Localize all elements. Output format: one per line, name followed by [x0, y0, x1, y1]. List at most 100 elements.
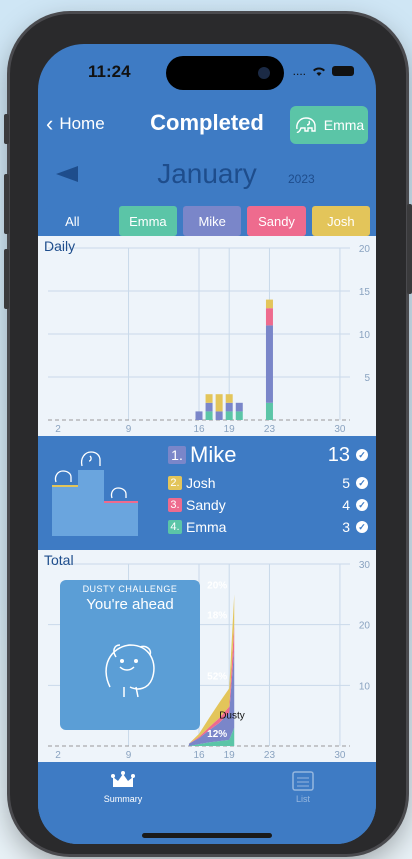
x-tick-label: 9: [126, 424, 132, 435]
check-icon: ✓: [356, 521, 368, 533]
navigation-bar: ‹ Home Completed Emma: [38, 104, 376, 150]
tab-list[interactable]: List: [258, 770, 348, 804]
battery-icon: [332, 66, 354, 76]
rank-count: 13: [327, 443, 350, 466]
check-icon: ✓: [356, 477, 368, 489]
rank-row: 3. Sandy 4 ✓: [168, 494, 368, 516]
rank-badge: 1.: [168, 446, 186, 464]
dusty-mascot-icon: [105, 644, 155, 698]
app-screen: 11:24 .... ‹ Home Completed Emma January…: [38, 44, 376, 844]
rank-badge: 4.: [168, 520, 182, 534]
daily-bar-segment: [265, 299, 273, 309]
daily-chart: Daily 20 15 10 5 2 9 16 19 23 30: [38, 236, 376, 436]
daily-bar-segment: [215, 394, 223, 412]
x-tick-label: 16: [193, 424, 205, 435]
percent-label: 18%: [207, 611, 227, 622]
signal-icon: ....: [292, 64, 306, 78]
daily-bar-segment: [265, 325, 273, 403]
y-tick-label: 15: [359, 287, 371, 298]
daily-bar-segment: [195, 411, 203, 420]
y-tick-label: 5: [364, 373, 370, 384]
status-bar: 11:24 ....: [38, 44, 376, 104]
tab-bar: Summary List: [38, 762, 376, 844]
x-tick-label: 9: [126, 750, 132, 761]
daily-bar-segment: [265, 402, 273, 420]
podium-graphic: [52, 451, 138, 536]
filter-label: Mike: [198, 213, 226, 229]
daily-bar-segment: [265, 308, 273, 326]
daily-chart-svg: 20 15 10 5 2 9 16 19 23 30: [48, 244, 371, 435]
dynamic-island: [166, 56, 284, 90]
rank-count: 3: [342, 519, 350, 535]
rank-name: Emma: [186, 519, 227, 535]
filter-emma[interactable]: Emma: [118, 206, 178, 236]
y-tick-label: 20: [359, 621, 371, 632]
tab-label: List: [295, 794, 310, 804]
user-filter-bar: All Emma Mike Sandy Josh: [46, 206, 370, 238]
elephant-icon: [110, 487, 127, 499]
crown-icon: [111, 771, 135, 787]
rank-name: Josh: [186, 475, 216, 491]
user-switch-button[interactable]: Emma: [290, 106, 368, 144]
filter-label: Emma: [129, 213, 167, 229]
rank-row: 1. Mike 13 ✓: [168, 442, 368, 467]
y-tick-label: 20: [359, 244, 371, 255]
rank-name: Mike: [190, 442, 237, 467]
tab-label: Summary: [103, 794, 143, 804]
filter-josh[interactable]: Josh: [311, 206, 370, 236]
rank-badge: 3.: [168, 498, 182, 512]
power-button: [407, 204, 412, 294]
filter-label: Sandy: [258, 213, 295, 229]
ranking-panel: 1. Mike 13 ✓ 2. Josh 5 ✓ 3. Sandy 4 ✓ 4.…: [38, 436, 376, 548]
percent-label: 20%: [207, 580, 227, 591]
x-tick-label: 23: [264, 424, 276, 435]
daily-bar-segment: [235, 411, 243, 420]
x-tick-label: 2: [55, 750, 61, 761]
status-time: 11:24: [88, 62, 131, 81]
daily-bar-segment: [215, 411, 223, 420]
challenge-title: DUSTY CHALLENGE: [82, 584, 178, 594]
x-tick-label: 16: [193, 750, 205, 761]
percent-label: 52%: [207, 671, 227, 682]
challenge-message: You're ahead: [86, 596, 174, 613]
elephant-icon: [54, 470, 72, 483]
camera-icon: [258, 67, 270, 79]
filter-label: All: [65, 213, 80, 229]
rank-name: Sandy: [186, 497, 226, 513]
rank-count: 5: [342, 475, 350, 491]
volume-down-button: [4, 249, 9, 309]
daily-bar-segment: [235, 402, 243, 412]
elephant-icon: [295, 117, 316, 133]
year-label: 2023: [288, 172, 315, 186]
filter-all[interactable]: All: [46, 206, 99, 236]
elephant-icon: [80, 451, 101, 467]
daily-bar-segment: [225, 394, 233, 403]
total-chart-title: Total: [44, 552, 74, 568]
filter-mike[interactable]: Mike: [183, 206, 242, 236]
challenge-card[interactable]: DUSTY CHALLENGE You're ahead: [60, 580, 200, 730]
check-icon: ✓: [356, 449, 368, 461]
filter-sandy[interactable]: Sandy: [247, 206, 306, 236]
volume-up-button: [4, 174, 9, 234]
rank-row: 2. Josh 5 ✓: [168, 472, 368, 494]
x-tick-label: 30: [334, 750, 346, 761]
daily-bar-segment: [205, 402, 213, 412]
daily-bar-segment: [225, 411, 233, 420]
user-name: Emma: [323, 117, 365, 133]
x-tick-label: 23: [264, 750, 276, 761]
rank-badge: 2.: [168, 476, 182, 490]
rank-count: 4: [342, 497, 350, 513]
x-tick-label: 19: [224, 424, 236, 435]
silent-switch: [4, 114, 9, 144]
list-icon: [292, 771, 314, 791]
wifi-icon: [313, 67, 325, 76]
month-title: January: [157, 158, 257, 189]
tab-summary[interactable]: Summary: [78, 770, 168, 804]
x-tick-label: 19: [224, 750, 236, 761]
filter-label: Josh: [327, 213, 355, 229]
daily-bar-segment: [205, 411, 213, 420]
x-tick-label: 30: [334, 424, 346, 435]
y-tick-label: 10: [359, 681, 371, 692]
month-selector: January 2023: [38, 152, 376, 202]
dusty-marker-label: Dusty: [219, 711, 245, 722]
